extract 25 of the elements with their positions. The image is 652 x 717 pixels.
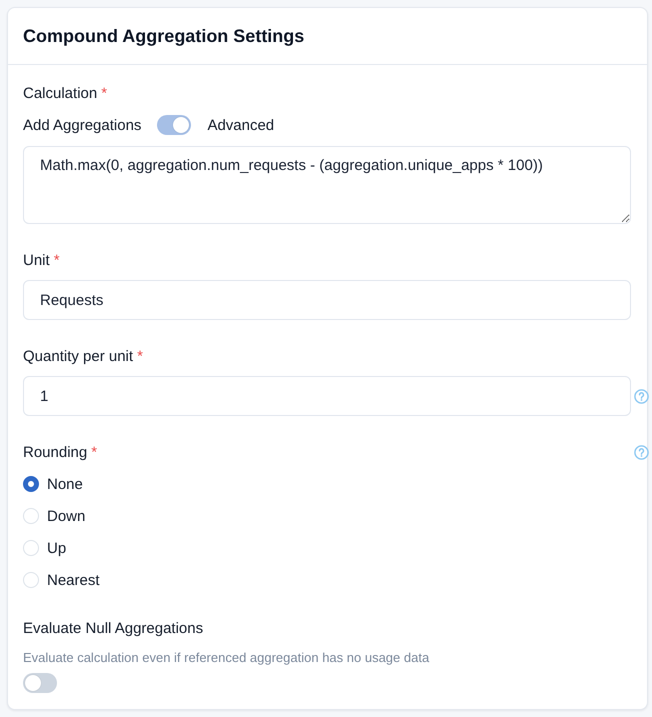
toggle-switch[interactable]: [23, 673, 57, 693]
field-label: Calculation: [23, 84, 98, 102]
field-description: Evaluate calculation even if referenced aggregation has no usage data: [23, 649, 430, 667]
help-icon[interactable]: [634, 444, 649, 460]
quantity-input[interactable]: 1: [23, 376, 631, 416]
field-label: Quantity per unit: [23, 348, 134, 364]
radio-icon[interactable]: [23, 476, 39, 492]
rounding-option[interactable]: Down: [23, 504, 86, 528]
required-mark: *: [91, 444, 98, 460]
required-mark: *: [101, 84, 108, 102]
mode-label: Advanced: [207, 116, 274, 134]
help-icon[interactable]: [634, 388, 649, 404]
unit-input[interactable]: Requests: [23, 280, 631, 320]
rounding-option[interactable]: None: [23, 472, 83, 496]
rounding-option[interactable]: Nearest: [23, 568, 100, 592]
rounding-option[interactable]: Up: [23, 536, 66, 560]
field-label: Evaluate Null Aggregations: [23, 620, 204, 636]
calculation-field[interactable]: Math.max(0, aggregation.num_requests - (aggregation.unique_apps * 100)): [23, 146, 631, 224]
mode-label: Add Aggregations: [23, 116, 142, 134]
required-mark: *: [137, 348, 143, 364]
panel-title: Compound Aggregation Settings: [23, 26, 304, 46]
field-label: Unit: [23, 252, 50, 268]
field-label: Rounding: [23, 444, 88, 460]
required-mark: *: [54, 252, 60, 268]
mode-toggle-switch[interactable]: [157, 115, 192, 135]
